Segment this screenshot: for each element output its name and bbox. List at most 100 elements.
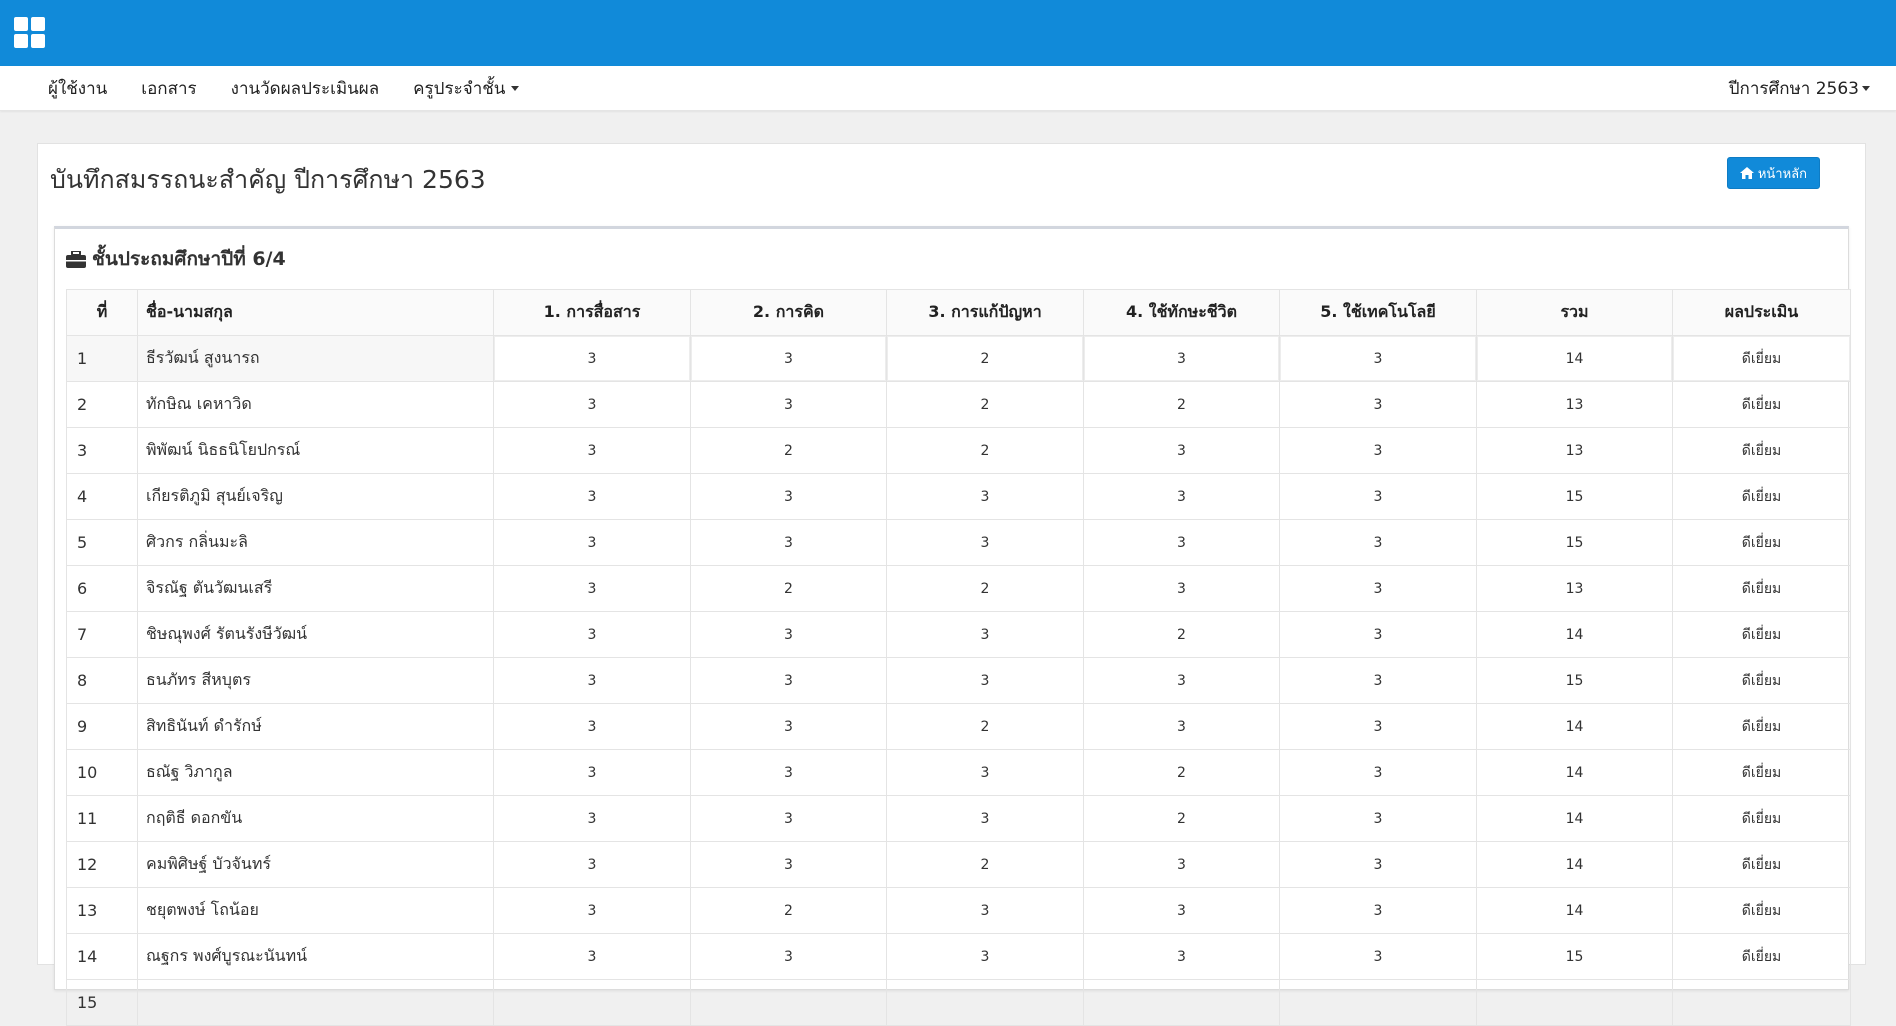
- cell-thinking[interactable]: 3: [690, 473, 887, 520]
- cell-communication[interactable]: 3: [493, 703, 691, 750]
- cell-thinking[interactable]: 3: [690, 933, 887, 980]
- cell-result: ดีเยี่ยม: [1672, 795, 1851, 842]
- cell-life-skills[interactable]: 3: [1083, 565, 1280, 612]
- cell-technology[interactable]: 3: [1279, 427, 1477, 474]
- cell-problem-solving[interactable]: 2: [886, 335, 1084, 382]
- apps-grid-icon[interactable]: [14, 17, 45, 48]
- cell-no: 14: [66, 933, 138, 980]
- cell-technology[interactable]: 3: [1279, 381, 1477, 428]
- cell-thinking[interactable]: 3: [690, 519, 887, 566]
- table-row: 13 ชยุตพงษ์ โถน้อย 3 2 3 3 3 14 ดีเยี่ยม: [66, 887, 1851, 934]
- cell-technology[interactable]: [1279, 979, 1477, 1026]
- cell-technology[interactable]: 3: [1279, 657, 1477, 704]
- cell-life-skills[interactable]: 2: [1083, 381, 1280, 428]
- cell-thinking[interactable]: 3: [690, 381, 887, 428]
- cell-thinking[interactable]: 3: [690, 657, 887, 704]
- home-button[interactable]: หน้าหลัก: [1726, 157, 1820, 189]
- cell-communication[interactable]: 3: [493, 795, 691, 842]
- cell-life-skills[interactable]: 3: [1083, 933, 1280, 980]
- cell-name: เกียรติภูมิ สุนย์เจริญ: [137, 473, 494, 520]
- cell-problem-solving[interactable]: 2: [886, 427, 1084, 474]
- nav-item-users[interactable]: ผู้ใช้งาน: [48, 75, 107, 102]
- cell-life-skills[interactable]: [1083, 979, 1280, 1026]
- cell-technology[interactable]: 3: [1279, 335, 1477, 382]
- table-row: 2 ทักษิณ เคหาวิด 3 3 2 2 3 13 ดีเยี่ยม: [66, 381, 1851, 428]
- cell-communication[interactable]: 3: [493, 657, 691, 704]
- cell-technology[interactable]: 3: [1279, 565, 1477, 612]
- cell-life-skills[interactable]: 3: [1083, 427, 1280, 474]
- cell-thinking[interactable]: 3: [690, 841, 887, 888]
- cell-communication[interactable]: 3: [493, 841, 691, 888]
- cell-technology[interactable]: 3: [1279, 841, 1477, 888]
- cell-communication[interactable]: 3: [493, 749, 691, 796]
- cell-problem-solving[interactable]: 3: [886, 795, 1084, 842]
- cell-result: ดีเยี่ยม: [1672, 335, 1851, 382]
- cell-life-skills[interactable]: 3: [1083, 335, 1280, 382]
- cell-total: 14: [1476, 887, 1673, 934]
- cell-technology[interactable]: 3: [1279, 749, 1477, 796]
- cell-technology[interactable]: 3: [1279, 473, 1477, 520]
- cell-technology[interactable]: 3: [1279, 703, 1477, 750]
- cell-life-skills[interactable]: 2: [1083, 611, 1280, 658]
- cell-communication[interactable]: 3: [493, 933, 691, 980]
- cell-life-skills[interactable]: 3: [1083, 473, 1280, 520]
- cell-thinking[interactable]: 2: [690, 887, 887, 934]
- cell-technology[interactable]: 3: [1279, 795, 1477, 842]
- table-row: 11 กฤติธี ดอกขัน 3 3 3 2 3 14 ดีเยี่ยม: [66, 795, 1851, 842]
- cell-result: ดีเยี่ยม: [1672, 611, 1851, 658]
- cell-technology[interactable]: 3: [1279, 519, 1477, 566]
- cell-thinking[interactable]: 3: [690, 611, 887, 658]
- header-problem-solving: 3. การแก้ปัญหา: [886, 289, 1084, 336]
- nav-item-documents[interactable]: เอกสาร: [141, 75, 196, 102]
- cell-problem-solving[interactable]: 3: [886, 933, 1084, 980]
- cell-problem-solving[interactable]: 3: [886, 519, 1084, 566]
- cell-communication[interactable]: 3: [493, 427, 691, 474]
- cell-problem-solving[interactable]: 3: [886, 473, 1084, 520]
- cell-thinking[interactable]: 2: [690, 427, 887, 474]
- cell-communication[interactable]: 3: [493, 887, 691, 934]
- nav-item-homeroom-teacher-dropdown[interactable]: ครูประจำชั้น: [413, 75, 520, 102]
- table-row: 5 ศิวกร กลิ่นมะลิ 3 3 3 3 3 15 ดีเยี่ยม: [66, 519, 1851, 566]
- cell-total: 15: [1476, 657, 1673, 704]
- cell-problem-solving[interactable]: [886, 979, 1084, 1026]
- cell-name: ชยุตพงษ์ โถน้อย: [137, 887, 494, 934]
- cell-technology[interactable]: 3: [1279, 611, 1477, 658]
- academic-year-dropdown[interactable]: ปีการศึกษา 2563: [1729, 75, 1870, 102]
- cell-problem-solving[interactable]: 2: [886, 565, 1084, 612]
- cell-no: 2: [66, 381, 138, 428]
- cell-problem-solving[interactable]: 3: [886, 749, 1084, 796]
- cell-communication[interactable]: [493, 979, 691, 1026]
- cell-no: 9: [66, 703, 138, 750]
- cell-communication[interactable]: 3: [493, 473, 691, 520]
- cell-communication[interactable]: 3: [493, 519, 691, 566]
- cell-thinking[interactable]: 3: [690, 749, 887, 796]
- cell-thinking[interactable]: 3: [690, 703, 887, 750]
- cell-life-skills[interactable]: 3: [1083, 657, 1280, 704]
- cell-technology[interactable]: 3: [1279, 933, 1477, 980]
- cell-life-skills[interactable]: 3: [1083, 841, 1280, 888]
- cell-thinking[interactable]: [690, 979, 887, 1026]
- cell-communication[interactable]: 3: [493, 381, 691, 428]
- cell-life-skills[interactable]: 3: [1083, 703, 1280, 750]
- cell-problem-solving[interactable]: 3: [886, 657, 1084, 704]
- cell-technology[interactable]: 3: [1279, 887, 1477, 934]
- cell-communication[interactable]: 3: [493, 335, 691, 382]
- cell-life-skills[interactable]: 2: [1083, 795, 1280, 842]
- cell-thinking[interactable]: 3: [690, 335, 887, 382]
- cell-life-skills[interactable]: 3: [1083, 887, 1280, 934]
- cell-problem-solving[interactable]: 3: [886, 611, 1084, 658]
- cell-problem-solving[interactable]: 2: [886, 381, 1084, 428]
- cell-life-skills[interactable]: 2: [1083, 749, 1280, 796]
- cell-life-skills[interactable]: 3: [1083, 519, 1280, 566]
- cell-thinking[interactable]: 2: [690, 565, 887, 612]
- cell-problem-solving[interactable]: 2: [886, 841, 1084, 888]
- cell-problem-solving[interactable]: 3: [886, 887, 1084, 934]
- cell-no: 12: [66, 841, 138, 888]
- competency-table: ที่ ชื่อ-นามสกุล 1. การสื่อสาร 2. การคิด…: [66, 289, 1851, 1026]
- cell-communication[interactable]: 3: [493, 565, 691, 612]
- cell-name: ทักษิณ เคหาวิด: [137, 381, 494, 428]
- nav-item-assessment[interactable]: งานวัดผลประเมินผล: [231, 75, 380, 102]
- cell-thinking[interactable]: 3: [690, 795, 887, 842]
- cell-problem-solving[interactable]: 2: [886, 703, 1084, 750]
- cell-communication[interactable]: 3: [493, 611, 691, 658]
